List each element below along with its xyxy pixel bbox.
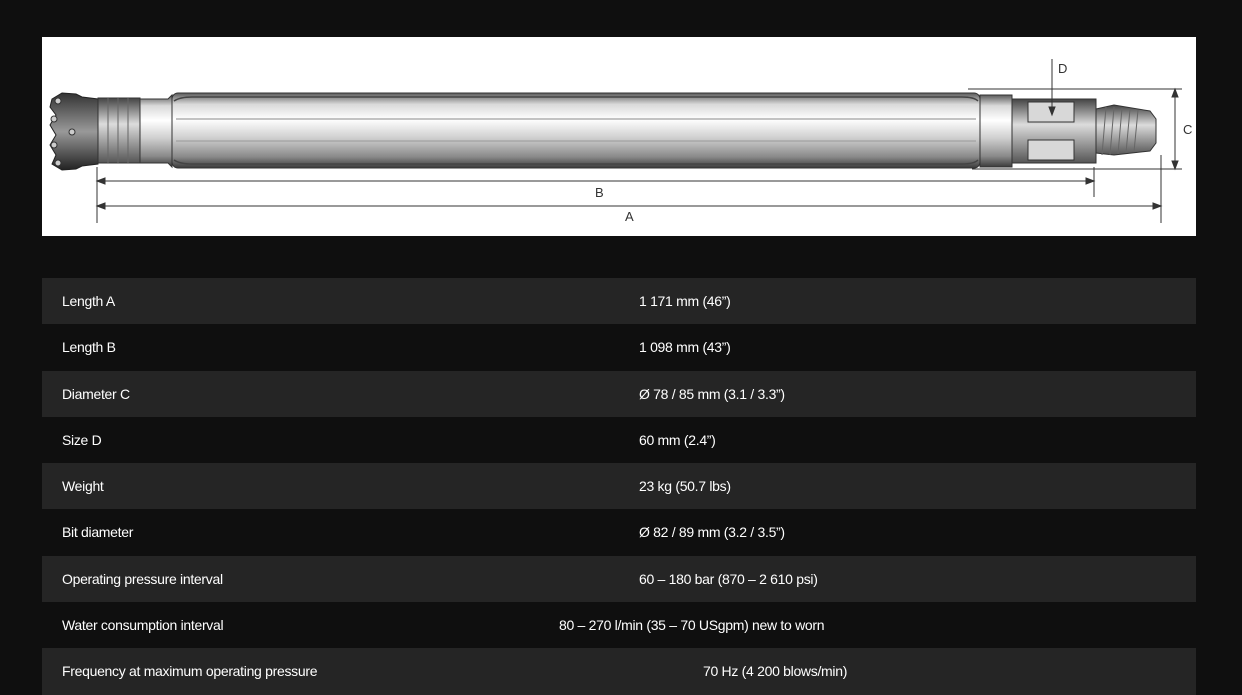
spec-row-length-b: Length B 1 098 mm (43”) [42, 324, 1196, 371]
spec-value: 23 kg (50.7 lbs) [639, 478, 731, 495]
spec-label: Frequency at maximum operating pressure [62, 663, 318, 680]
spec-value: 1 098 mm (43”) [639, 339, 731, 356]
dimension-label-b: B [595, 185, 604, 200]
dimension-label-a: A [625, 209, 634, 224]
product-dimension-drawing: B A C D [42, 37, 1196, 236]
spec-label: Operating pressure interval [62, 570, 223, 587]
spec-row-size-d: Size D 60 mm (2.4”) [42, 416, 1196, 464]
spec-value: 60 – 180 bar (870 – 2 610 psi) [639, 570, 818, 587]
dimension-label-d: D [1058, 61, 1067, 76]
spec-value: Ø 78 / 85 mm (3.1 / 3.3”) [639, 385, 785, 402]
spec-row-bit-diameter: Bit diameter Ø 82 / 89 mm (3.2 / 3.5”) [42, 509, 1196, 556]
driver-chuck [97, 93, 173, 169]
spec-row-length-a: Length A 1 171 mm (46”) [42, 278, 1196, 325]
spec-row-diameter-c: Diameter C Ø 78 / 85 mm (3.1 / 3.3”) [42, 370, 1196, 417]
spec-label: Size D [62, 431, 102, 448]
spec-label: Diameter C [62, 385, 130, 402]
hammer-technical-drawing: B A C D [49, 59, 1192, 224]
dimension-label-c: C [1183, 122, 1192, 137]
spec-label: Weight [62, 478, 104, 495]
spec-label: Water consumption interval [62, 617, 224, 634]
backhead [979, 94, 1157, 168]
hammer-barrel [171, 92, 981, 169]
spec-row-water-consumption: Water consumption interval 80 – 270 l/mi… [42, 602, 1196, 649]
spec-value: 70 Hz (4 200 blows/min) [703, 663, 848, 680]
spec-value: Ø 82 / 89 mm (3.2 / 3.5”) [639, 524, 785, 541]
specifications-table: Length A 1 171 mm (46”) Length B 1 098 m… [42, 278, 1196, 695]
spec-label: Bit diameter [62, 524, 134, 541]
spec-value: 80 – 270 l/min (35 – 70 USgpm) new to wo… [559, 617, 825, 634]
spec-value: 1 171 mm (46”) [639, 293, 731, 309]
spec-row-operating-pressure: Operating pressure interval 60 – 180 bar… [42, 555, 1196, 603]
drill-bit [49, 92, 99, 171]
spec-value: 60 mm (2.4”) [639, 431, 716, 448]
spec-row-weight: Weight 23 kg (50.7 lbs) [42, 463, 1196, 510]
spec-row-frequency: Frequency at maximum operating pressure … [42, 648, 1196, 695]
spec-label: Length B [62, 339, 116, 356]
spec-label: Length A [62, 293, 115, 309]
